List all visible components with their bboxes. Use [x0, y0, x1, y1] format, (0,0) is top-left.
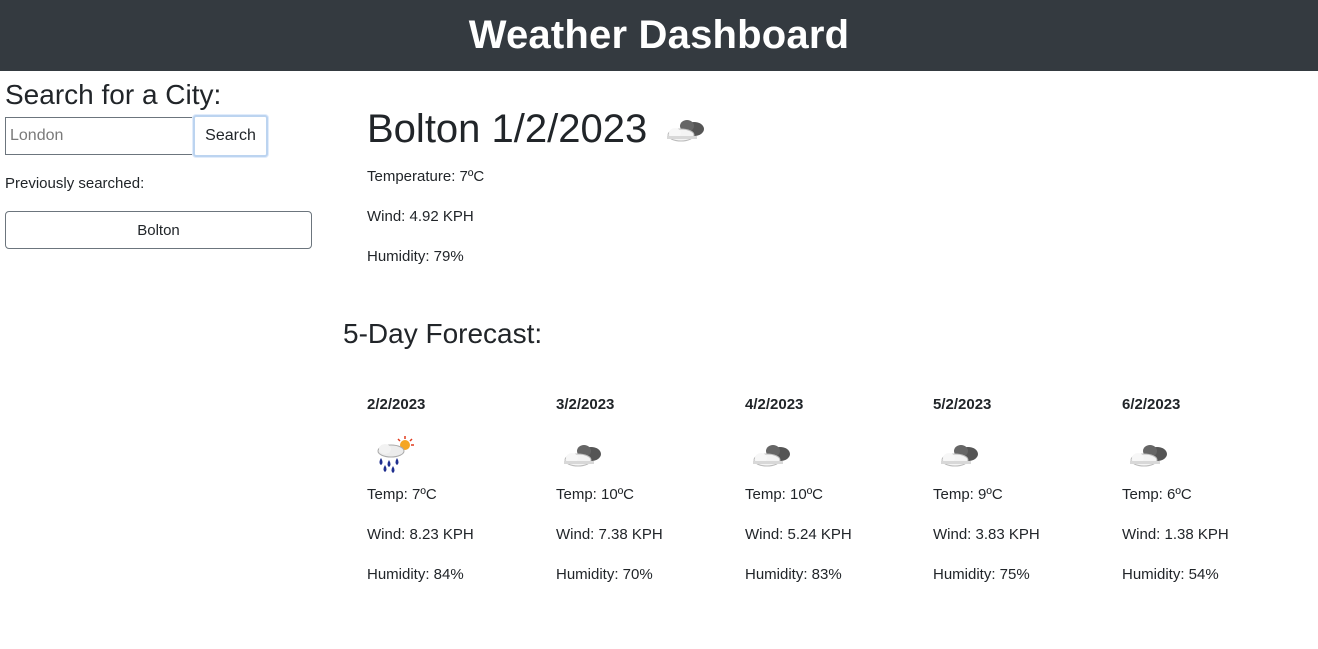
forecast-card: 2/2/2023 Temp: 7ºC Wind: 8.23 KPH Humidi… [367, 392, 547, 592]
current-weather: Bolton 1/2/2023 Temperature: 7ºC Wind: 4… [367, 103, 967, 265]
forecast-humidity: Humidity: 75% [933, 566, 1030, 583]
search-heading: Search for a City: [5, 79, 222, 110]
history-label: Previously searched: [5, 175, 145, 192]
forecast-temp: Temp: 10ºC [745, 486, 824, 503]
cloud-icon [661, 111, 711, 147]
forecast-date: 3/2/2023 [556, 396, 615, 413]
forecast-temp: Temp: 10ºC [556, 486, 635, 503]
forecast-date: 5/2/2023 [933, 396, 992, 413]
page-title: Weather Dashboard [468, 13, 850, 57]
search-button[interactable]: Search [193, 115, 268, 157]
forecast-card: 4/2/2023 Temp: 10ºC Wind: 5.24 KPH Humid… [745, 392, 925, 592]
forecast-humidity: Humidity: 70% [556, 566, 653, 583]
forecast-wind: Wind: 8.23 KPH [367, 526, 474, 543]
current-date: 1/2/2023 [491, 107, 648, 151]
current-city: Bolton [367, 107, 481, 151]
forecast-card: 3/2/2023 Temp: 10ºC Wind: 7.38 KPH Humid… [556, 392, 736, 592]
cloud-icon [558, 436, 608, 476]
forecast-date: 4/2/2023 [745, 396, 804, 413]
current-humidity: Humidity: 79% [367, 248, 464, 265]
forecast-card: 6/2/2023 Temp: 6ºC Wind: 1.38 KPH Humidi… [1122, 392, 1302, 592]
forecast-card: 5/2/2023 Temp: 9ºC Wind: 3.83 KPH Humidi… [933, 392, 1113, 592]
forecast-date: 6/2/2023 [1122, 396, 1181, 413]
history-button-bolton[interactable]: Bolton [5, 211, 312, 249]
current-temperature: Temperature: 7ºC [367, 168, 485, 185]
forecast-wind: Wind: 5.24 KPH [745, 526, 852, 543]
cloud-icon [747, 436, 797, 476]
city-search-input[interactable] [5, 117, 193, 155]
forecast-humidity: Humidity: 83% [745, 566, 842, 583]
forecast-humidity: Humidity: 84% [367, 566, 464, 583]
cloud-icon [1124, 436, 1174, 476]
current-title: Bolton 1/2/2023 [367, 103, 967, 155]
rain-sun-icon [369, 436, 419, 476]
forecast-temp: Temp: 9ºC [933, 486, 1003, 503]
forecast-temp: Temp: 6ºC [1122, 486, 1192, 503]
app-header: Weather Dashboard [0, 0, 1318, 71]
forecast-heading: 5-Day Forecast: [343, 318, 543, 349]
forecast-wind: Wind: 7.38 KPH [556, 526, 663, 543]
forecast-date: 2/2/2023 [367, 396, 426, 413]
forecast-wind: Wind: 3.83 KPH [933, 526, 1040, 543]
forecast-humidity: Humidity: 54% [1122, 566, 1219, 583]
forecast-temp: Temp: 7ºC [367, 486, 437, 503]
forecast-wind: Wind: 1.38 KPH [1122, 526, 1229, 543]
current-wind: Wind: 4.92 KPH [367, 208, 474, 225]
cloud-icon [935, 436, 985, 476]
